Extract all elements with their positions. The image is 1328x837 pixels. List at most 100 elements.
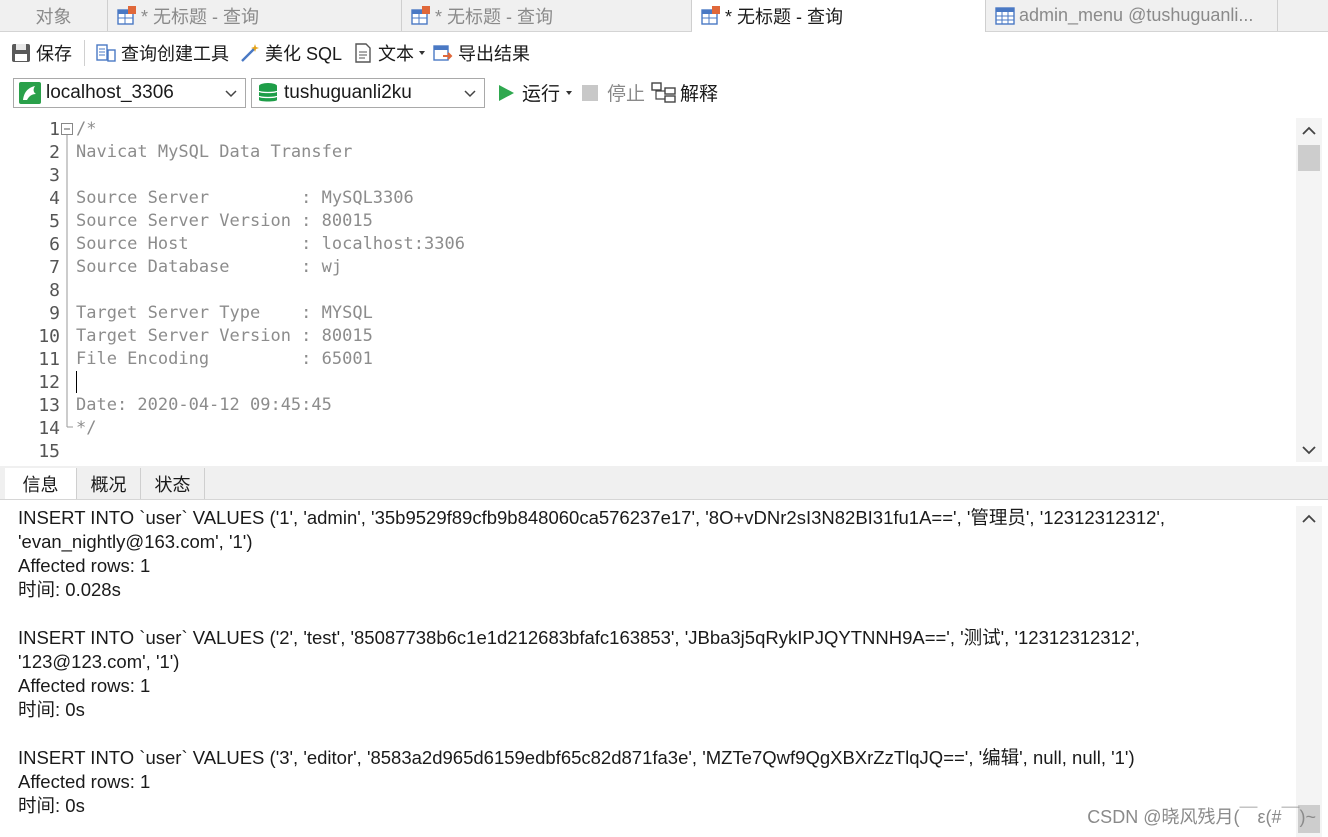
run-button[interactable]: 运行 <box>496 79 573 106</box>
main-toolbar: 保存 查询创建工具 美化 SQL 文本 导出结果 <box>0 32 1328 74</box>
tab-summary[interactable]: 概况 <box>77 468 141 499</box>
tab-label: * 无标题 - 查询 <box>725 7 844 27</box>
database-select[interactable]: tushuguanli2ku <box>251 78 485 108</box>
message-line: '123@123.com', '1') <box>18 651 180 672</box>
code-line: Date: 2020-04-12 09:45:45 <box>76 395 332 415</box>
line-number: 11 <box>38 349 60 370</box>
database-icon <box>258 83 278 102</box>
message-output[interactable]: INSERT INTO `user` VALUES ('1', 'admin',… <box>8 500 1296 837</box>
connection-value: localhost_3306 <box>46 82 174 103</box>
code-line: Target Server Type : MYSQL <box>76 303 373 323</box>
query-table-icon <box>117 5 136 25</box>
toolbar-divider <box>84 40 85 66</box>
tab-admin-menu-table[interactable]: admin_menu @tushuguanli... <box>986 0 1278 31</box>
fold-guide-line <box>66 135 73 428</box>
line-number: 13 <box>38 395 60 416</box>
export-results-button[interactable]: 导出结果 <box>432 40 530 66</box>
query-builder-label: 查询创建工具 <box>121 44 229 64</box>
stop-button[interactable]: 停止 <box>581 79 645 106</box>
scroll-thumb[interactable] <box>1298 145 1320 171</box>
dropdown-arrow-icon <box>419 51 426 55</box>
beautify-sql-label: 美化 SQL <box>265 44 343 64</box>
mysql-dolphin-icon <box>19 82 41 104</box>
document-tab-bar: 对象 * 无标题 - 查询 * 无标题 - 查询 * 无标题 - 查询 admi… <box>0 0 1328 32</box>
tab-label: * 无标题 - 查询 <box>435 6 554 27</box>
line-number: 1 <box>49 119 60 140</box>
code-line: Source Database : wj <box>76 257 343 277</box>
dropdown-arrow-icon <box>566 90 573 95</box>
results-scrollbar[interactable] <box>1296 506 1322 837</box>
tab-message[interactable]: 信息 <box>5 468 77 499</box>
play-icon <box>499 84 514 101</box>
stop-square-icon <box>582 84 598 101</box>
scroll-down-arrow-icon[interactable] <box>1302 445 1316 455</box>
connection-toolbar: localhost_3306 tushuguanli2ku 运行 停止 解释 <box>0 74 1328 112</box>
code-line: Navicat MySQL Data Transfer <box>76 142 353 162</box>
tab-objects[interactable]: 对象 <box>0 0 108 31</box>
tab-label: 状态 <box>154 474 191 495</box>
connection-select[interactable]: localhost_3306 <box>13 78 246 108</box>
line-number: 3 <box>49 165 60 186</box>
line-number-gutter: 1 2 3 4 5 6 7 8 9 10 11 12 13 14 15 <box>8 118 60 462</box>
message-line: Affected rows: 1 <box>18 771 151 792</box>
query-table-icon <box>411 5 430 25</box>
message-line: INSERT INTO `user` VALUES ('3', 'editor'… <box>18 747 1135 768</box>
chevron-down-icon <box>225 90 237 98</box>
line-number: 8 <box>49 280 60 301</box>
tab-label: 对象 <box>35 6 72 27</box>
line-number: 6 <box>49 234 60 255</box>
code-line: /* <box>76 119 97 139</box>
explain-button[interactable]: 解释 <box>651 79 718 106</box>
editor-scrollbar[interactable] <box>1296 118 1322 462</box>
tab-label: admin_menu @tushuguanli... <box>1019 5 1254 25</box>
stop-label: 停止 <box>607 84 646 105</box>
code-line: Source Host : localhost:3306 <box>76 234 465 254</box>
text-document-icon <box>355 43 371 63</box>
explain-label: 解释 <box>680 84 719 105</box>
tab-label: 信息 <box>22 474 59 495</box>
code-line: */ <box>76 418 97 438</box>
message-line: 时间: 0.028s <box>18 579 121 600</box>
message-line: 'evan_nightly@163.com', '1') <box>18 531 253 552</box>
text-format-dropdown[interactable]: 文本 <box>352 40 426 66</box>
magic-wand-icon <box>241 44 259 62</box>
message-line: Affected rows: 1 <box>18 675 151 696</box>
message-line: Affected rows: 1 <box>18 555 151 576</box>
database-value: tushuguanli2ku <box>284 82 412 103</box>
text-label: 文本 <box>378 44 415 64</box>
tab-label: 概况 <box>90 474 127 495</box>
text-cursor <box>76 371 77 393</box>
code-line: Source Server : MySQL3306 <box>76 188 414 208</box>
tab-status[interactable]: 状态 <box>141 468 205 499</box>
line-number: 9 <box>49 303 60 324</box>
scroll-up-arrow-icon[interactable] <box>1302 514 1316 524</box>
line-number: 5 <box>49 211 60 232</box>
message-line: INSERT INTO `user` VALUES ('2', 'test', … <box>18 627 1140 648</box>
tab-query-2[interactable]: * 无标题 - 查询 <box>402 0 692 31</box>
tab-label: * 无标题 - 查询 <box>141 6 260 27</box>
line-number: 2 <box>49 142 60 163</box>
line-number: 4 <box>49 188 60 209</box>
line-number: 10 <box>38 326 60 347</box>
scroll-up-arrow-icon[interactable] <box>1302 126 1316 136</box>
export-icon <box>433 45 453 61</box>
tab-query-active[interactable]: * 无标题 - 查询 <box>692 0 986 32</box>
tab-query-1[interactable]: * 无标题 - 查询 <box>108 0 402 31</box>
query-builder-button[interactable]: 查询创建工具 <box>95 40 229 66</box>
code-line: Source Server Version : 80015 <box>76 211 373 231</box>
message-line: INSERT INTO `user` VALUES ('1', 'admin',… <box>18 507 1166 528</box>
chevron-down-icon <box>464 90 476 98</box>
line-number: 15 <box>38 441 60 462</box>
sql-editor[interactable]: 1 2 3 4 5 6 7 8 9 10 11 12 13 14 15 /* N… <box>8 118 1296 462</box>
message-line: 时间: 0s <box>18 699 85 720</box>
save-button[interactable]: 保存 <box>10 40 72 66</box>
line-number: 14 <box>38 418 60 439</box>
explain-tree-icon <box>651 81 676 103</box>
line-number: 12 <box>38 372 60 393</box>
message-line: 时间: 0s <box>18 795 85 816</box>
result-tab-bar: 信息 概况 状态 <box>0 466 1328 500</box>
code-line: Target Server Version : 80015 <box>76 326 373 346</box>
fold-collapse-icon[interactable] <box>61 123 73 135</box>
beautify-sql-button[interactable]: 美化 SQL <box>239 40 342 66</box>
export-results-label: 导出结果 <box>458 44 531 64</box>
